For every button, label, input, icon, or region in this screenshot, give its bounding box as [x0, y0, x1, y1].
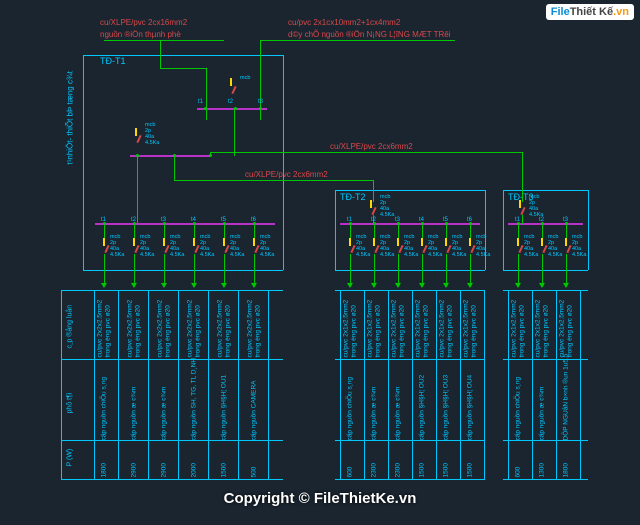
arrow-icon [221, 283, 227, 288]
cable-text: cu/pvc 2x2x2.5mm2 [97, 300, 104, 358]
side-label: t¹nhiÖt- thiÕt bÞ tæng c¾t [66, 71, 75, 164]
power-text: 1800 [563, 463, 570, 477]
cable-label-1: cu/XLPE/pvc 2cx16mm2 [100, 18, 187, 27]
arrow-icon [539, 283, 545, 288]
load-text: cấp nguồn chiÕu s¸ng [101, 377, 108, 441]
cable-text: cu/pvc 2x1x2.5mm2 [391, 300, 398, 358]
power-text: 2300 [371, 463, 378, 477]
feeder-line-1 [210, 152, 523, 153]
arrow-icon [161, 283, 167, 288]
power-text: 1500 [419, 463, 426, 477]
power-text: 600 [515, 467, 522, 478]
copyright: Copyright © FileThietKe.vn [0, 490, 640, 507]
power-text: 2900 [131, 463, 138, 477]
arrow-icon [371, 283, 377, 288]
load-text: cấp nguồn SH, TG, TL D¸NH [191, 358, 198, 441]
feeder-line-2 [174, 180, 374, 181]
cable-label-2: nguồn ®iÖn thµnh phè [100, 30, 181, 39]
power-text: 2300 [395, 463, 402, 477]
load-text: cấp nguồn æ c¾m [395, 387, 402, 441]
arrow-icon [515, 283, 521, 288]
bus-p1 [95, 223, 275, 225]
power-text: 1500 [443, 463, 450, 477]
cable-label-3: cu/pvc 2x1cx10mm2+1cx4mm2 [288, 18, 400, 27]
power-text: 500 [251, 467, 258, 478]
power-text: 2000 [191, 463, 198, 477]
arrow-icon [467, 283, 473, 288]
panel2-border [335, 190, 485, 191]
cable-label-6: cu/XLPE/pvc 2cx6mm2 [245, 170, 328, 179]
load-text: cấp nguồn CAMERA [251, 381, 258, 441]
panel3-border [503, 190, 588, 191]
power-text: 600 [347, 467, 354, 478]
cable-text: cu/pvc 2x2x2.5mm2 [217, 300, 224, 358]
logo: FileThiết Kế.vn [546, 4, 634, 20]
arrow-icon [395, 283, 401, 288]
load-text: cấp nguồn chiÕu s¸ng [347, 377, 354, 441]
arrow-icon [347, 283, 353, 288]
load-text: cấp nguồn æ c¾m [131, 387, 138, 441]
cable-text: cu/pvc 2x1x2.5mm2 [439, 300, 446, 358]
power-text: 1500 [467, 463, 474, 477]
cable-text: cu/pvc 2x1x2.5mm2 [535, 300, 542, 358]
arrow-icon [101, 283, 107, 288]
cable-text: cu/pvc 2x1x2.5mm2 [463, 300, 470, 358]
load-text: cấp nguồn §H§H¦ OU1 [221, 375, 228, 441]
arrow-icon [563, 283, 569, 288]
load-text: cấp nguồn §H§H¦ OU3 [443, 375, 450, 441]
load-text: cấp nguồn §H§H¦ OU4 [467, 375, 474, 441]
arrow-icon [131, 283, 137, 288]
cable-text: cu/pvc 2x2x2.5mm2 [127, 300, 134, 358]
load-text: cấp nguồn æ c¾m [539, 387, 546, 441]
cable-text: cu/pvc 2x1x2.5mm2 [559, 300, 566, 358]
load-text: cấp nguồn æ c¾m [371, 387, 378, 441]
bus-p2 [340, 223, 480, 225]
panel-label-1: TĐ-T1 [100, 56, 126, 66]
cable-label-5: cu/XLPE/pvc 2cx6mm2 [330, 142, 413, 151]
bus-top [197, 108, 267, 110]
load-text: cấp nguồn chiÕu s¸ng [515, 377, 522, 441]
cable-label-4: d©y chÕ nguồn ®iÖn N¡NG L¦îNG MÆT TRêi [288, 30, 451, 39]
arrow-icon [443, 283, 449, 288]
cable-text: cu/pvc 2x1x2.5mm2 [511, 300, 518, 358]
arrow-icon [191, 283, 197, 288]
power-text: 1800 [101, 463, 108, 477]
panel-label-2: TĐ-T2 [340, 192, 366, 202]
arrow-icon [251, 283, 257, 288]
cable-text: cu/pvc 2x2x2.5mm2 [247, 300, 254, 358]
load-text: cấp nguồn æ c¾m [161, 387, 168, 441]
power-text: 2900 [161, 463, 168, 477]
row-label-2: phô t¶i [67, 393, 74, 414]
mcb-icon [230, 78, 232, 86]
cable-text: cu/pvc 2x1x2.5mm2 [343, 300, 350, 358]
cable-text: cu/pvc 2x1x2.5mm2 [415, 300, 422, 358]
cable-text: cu/pvc 2x1x2.5mm2 [367, 300, 374, 358]
load-text: DÕP NGUåN b×nh ®un 1u5.5 [563, 354, 570, 441]
row-label-1: c¸p ®ång luån [67, 305, 74, 349]
cable-text: cu/pvc 2x2x2.5mm2 [157, 300, 164, 358]
arrow-icon [419, 283, 425, 288]
load-text: cấp nguồn §H§H¦ OU2 [419, 375, 426, 441]
cable-text: cu/pvc 2x2x2.5mm2 [187, 300, 194, 358]
row-label-3: P (W) [67, 449, 74, 467]
power-text: 1300 [539, 463, 546, 477]
bus-mid [130, 155, 210, 157]
power-text: 1500 [221, 463, 228, 477]
